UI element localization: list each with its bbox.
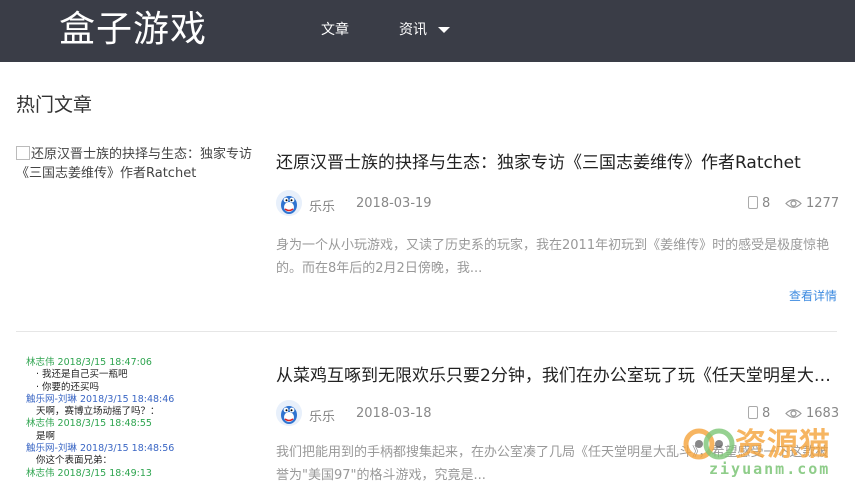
comment-count: 8	[762, 196, 771, 211]
chat-line: 触乐网-刘琳 2018/3/15 18:48:56	[26, 443, 175, 455]
read-more-link[interactable]: 查看详情	[789, 287, 837, 304]
avatar[interactable]	[276, 190, 302, 216]
article-title[interactable]: 还原汉晋士族的抉择与生态：独家专访《三国志姜维传》作者Ratchet	[276, 151, 831, 175]
broken-image-icon	[16, 146, 30, 160]
cat-logo-icon	[683, 428, 735, 460]
nav-articles[interactable]: 文章	[321, 21, 349, 39]
chat-line: · 我还是自己买一瓶吧	[36, 369, 128, 381]
watermark-url: ziyuanm.com	[709, 460, 831, 478]
site-logo[interactable]: 盒子游戏	[59, 6, 207, 54]
eye-icon	[785, 199, 802, 208]
avatar[interactable]	[276, 400, 302, 426]
chat-line: 林志伟 2018/3/15 18:49:13	[26, 467, 152, 479]
chat-line: 林志伟 2018/3/15 18:48:55	[26, 418, 152, 430]
article-excerpt: 身为一个从小玩游戏，又读了历史系的玩家，我在2011年初玩到《姜维传》时的感受是…	[276, 238, 830, 276]
publish-date: 2018-03-19	[356, 196, 432, 211]
article-thumbnail[interactable]: 林志伟 2018/3/15 18:47:06 · 我还是自己买一瓶吧 · 你要的还买…	[26, 357, 226, 492]
author-name[interactable]: 乐乐	[309, 196, 335, 215]
article-title[interactable]: 从菜鸡互啄到无限欢乐只要2分钟，我们在办公室玩了玩《任天堂明星大乱斗》	[276, 364, 831, 388]
view-count: 1277	[806, 196, 840, 211]
caret-down-icon[interactable]	[438, 27, 450, 33]
chat-line: 林志伟 2018/3/15 18:47:06	[26, 357, 152, 368]
section-title: 热门文章	[16, 94, 93, 116]
article-card: 还原汉晋士族的抉择与生态：独家专访《三国志姜维传》作者Ratchet 还原汉晋士…	[16, 142, 840, 332]
chat-line: · 你要的还买吗	[36, 381, 100, 393]
nav-news[interactable]: 资讯	[399, 21, 427, 39]
chat-line: 触乐网-刘琳 2018/3/15 18:48:46	[26, 393, 175, 405]
chat-line: 天啊，赛博立场动摇了吗？：	[36, 406, 160, 418]
watermark: 资源猫 ziyuanm.com	[683, 418, 853, 484]
comment-icon	[748, 196, 758, 209]
publish-date: 2018-03-18	[356, 406, 432, 421]
author-name[interactable]: 乐乐	[309, 406, 335, 425]
thumbnail-alt-text: 还原汉晋士族的抉择与生态：独家专访《三国志姜维传》作者Ratchet	[16, 147, 253, 181]
watermark-text: 资源猫	[735, 427, 831, 463]
article-meta: 乐乐 2018-03-19 8 1277	[276, 190, 840, 218]
article-thumbnail[interactable]: 还原汉晋士族的抉择与生态：独家专访《三国志姜维传》作者Ratchet	[16, 145, 261, 183]
site-header: 盒子游戏 文章 资讯	[0, 0, 855, 62]
chat-line: 是啊	[36, 430, 56, 442]
chat-line: 你这个表面兄弟：	[36, 455, 113, 467]
